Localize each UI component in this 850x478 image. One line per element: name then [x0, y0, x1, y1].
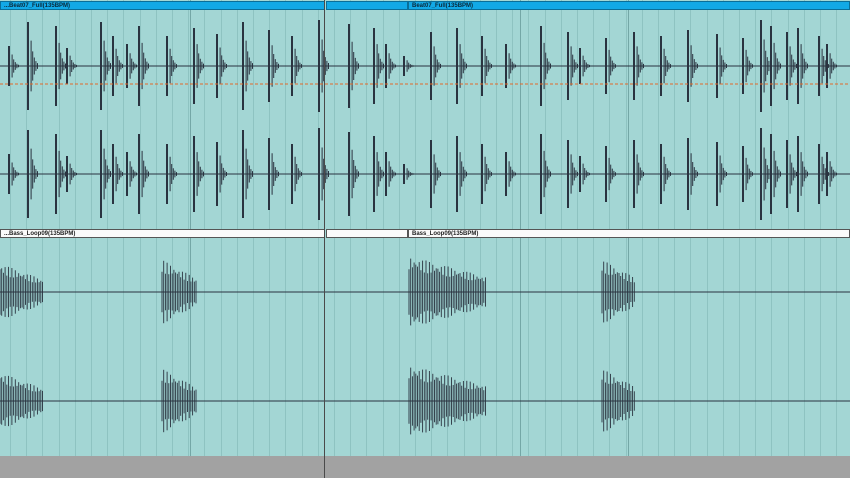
- beat-transient: [112, 144, 123, 204]
- beat-transient: [242, 130, 253, 218]
- beat-transient: [567, 140, 578, 208]
- beat-transient: [456, 136, 467, 212]
- track-beat: ...Beat07_Full(135BPM) Beat07_Full(135BP…: [0, 0, 850, 228]
- track-bass: ...Bass_Loop09(135BPM) Bass_Loop09(135BP…: [0, 228, 850, 456]
- beat-transient: [540, 134, 551, 214]
- beat-transient: [373, 28, 384, 104]
- beat-transient: [770, 26, 781, 106]
- beat-transient: [760, 128, 771, 220]
- beat-transient: [786, 140, 797, 208]
- beat-transient: [579, 48, 590, 84]
- beat-transient: [505, 44, 516, 88]
- beat-transient: [242, 22, 253, 110]
- beat-transient: [481, 36, 492, 96]
- loop-boundary-line: [324, 0, 325, 478]
- beat-transient: [216, 142, 227, 206]
- bass-waveform: [0, 258, 850, 435]
- beat-transient: [633, 140, 644, 208]
- beat-transient: [8, 154, 19, 194]
- beat-transient: [27, 22, 38, 110]
- beat-transient: [687, 138, 698, 210]
- beat-transient: [579, 156, 590, 192]
- beat-transient: [291, 144, 302, 204]
- beat-transient: [216, 34, 227, 98]
- beat-transient: [605, 38, 616, 94]
- beat-transient: [193, 136, 204, 212]
- beat-transient: [138, 134, 149, 214]
- beat-transient: [660, 36, 671, 96]
- clip-header-beat-2[interactable]: Beat07_Full(135BPM): [408, 1, 850, 10]
- beat-transient: [770, 134, 781, 214]
- beat-transient: [27, 130, 38, 218]
- beat-transient: [797, 28, 808, 104]
- beat-transient: [385, 152, 396, 196]
- beat-transient: [55, 26, 66, 106]
- beat-transient: [8, 46, 19, 86]
- beat-transient: [797, 136, 808, 212]
- beat-transient: [166, 36, 177, 96]
- beat-transient: [138, 26, 149, 106]
- clip-header-bass-2[interactable]: Bass_Loop09(135BPM): [408, 229, 850, 238]
- beat-transient: [373, 136, 384, 212]
- clip-header-bass-1[interactable]: ...Bass_Loop09(135BPM): [0, 229, 325, 238]
- beat-transient: [126, 152, 137, 196]
- beat-transient: [716, 142, 727, 206]
- beat-transient: [760, 20, 771, 112]
- beat-transient: [786, 32, 797, 100]
- beat-transient: [291, 36, 302, 96]
- beat-transient: [403, 164, 414, 184]
- beat-transient: [605, 146, 616, 202]
- beat-transient: [166, 144, 177, 204]
- beat-transient: [456, 28, 467, 104]
- beat-transient: [540, 26, 551, 106]
- clip-header-bass-spacer[interactable]: [326, 229, 408, 238]
- beat-transient: [268, 30, 279, 102]
- beat-transient: [505, 152, 516, 196]
- beat-transient: [348, 24, 359, 108]
- beat-transient: [481, 144, 492, 204]
- beat-transient: [112, 36, 123, 96]
- beat-waveform: [0, 20, 850, 220]
- beat-transient: [826, 152, 837, 196]
- beat-transient: [660, 144, 671, 204]
- beat-transient: [567, 32, 578, 100]
- beat-transient: [100, 130, 111, 218]
- beat-transient: [193, 28, 204, 104]
- beat-transient: [385, 44, 396, 88]
- beat-transient: [126, 44, 137, 88]
- beat-transient: [430, 32, 441, 100]
- beat-transient: [633, 32, 644, 100]
- beat-transient: [742, 38, 753, 94]
- beat-transient: [66, 48, 77, 84]
- beat-transient: [687, 30, 698, 102]
- beat-transient: [403, 56, 414, 76]
- beat-transient: [716, 34, 727, 98]
- beat-transient: [742, 146, 753, 202]
- beat-transient: [100, 22, 111, 110]
- arrangement-view: ...Beat07_Full(135BPM) Beat07_Full(135BP…: [0, 0, 850, 478]
- beat-transient: [268, 138, 279, 210]
- beat-transient: [826, 44, 837, 88]
- clip-header-beat-spacer[interactable]: [326, 1, 408, 10]
- empty-track-lane[interactable]: [0, 456, 850, 478]
- beat-transient: [430, 140, 441, 208]
- clip-header-beat-1[interactable]: ...Beat07_Full(135BPM): [0, 1, 325, 10]
- beat-transient: [55, 134, 66, 214]
- beat-transient: [348, 132, 359, 216]
- beat-transient: [66, 156, 77, 192]
